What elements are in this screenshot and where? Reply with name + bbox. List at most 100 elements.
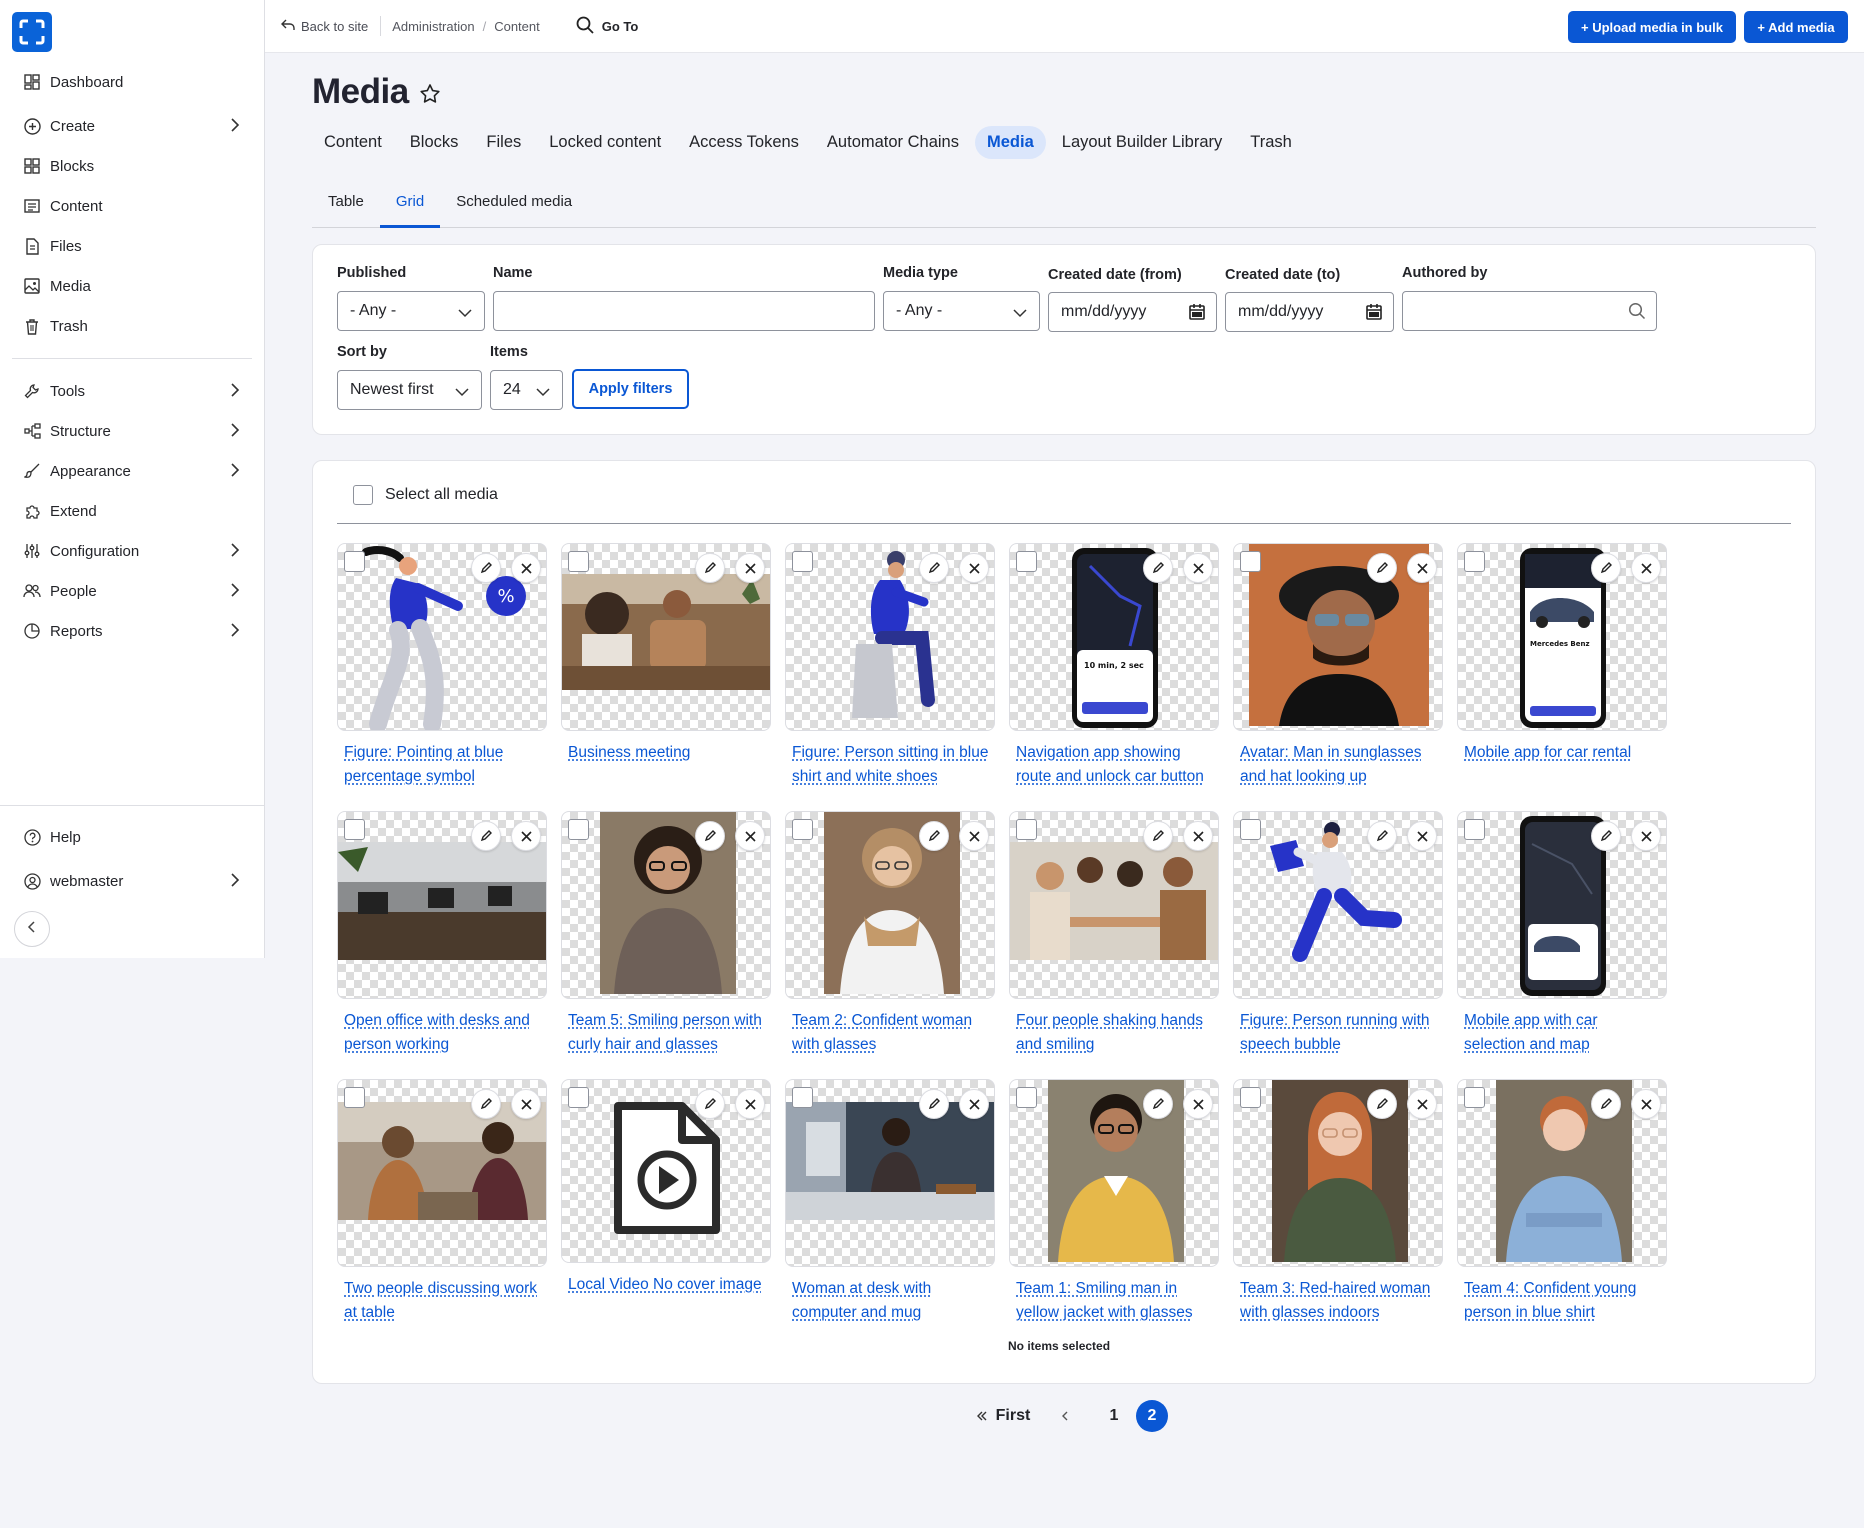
edit-icon[interactable]: [695, 1089, 725, 1119]
upload-media-bulk-button[interactable]: + Upload media in bulk: [1568, 11, 1736, 43]
star-icon[interactable]: [419, 74, 441, 114]
remove-icon[interactable]: [735, 821, 765, 851]
media-select-checkbox[interactable]: [1016, 819, 1037, 840]
media-title-link[interactable]: Two people discussing work at table: [337, 1277, 547, 1325]
items-per-page-select[interactable]: 24: [490, 370, 563, 410]
edit-icon[interactable]: [919, 553, 949, 583]
media-thumbnail[interactable]: [1233, 543, 1443, 731]
sidebar-item-configuration[interactable]: Configuration: [12, 533, 252, 569]
media-thumbnail[interactable]: [785, 811, 995, 999]
tab-access-tokens[interactable]: Access Tokens: [677, 126, 811, 159]
select-all-media[interactable]: Select all media: [353, 485, 498, 505]
media-title-link[interactable]: Woman at desk with computer and mug: [785, 1277, 995, 1325]
sidebar-item-tools[interactable]: Tools: [12, 373, 252, 409]
sidebar-item-extend[interactable]: Extend: [12, 493, 252, 529]
media-thumbnail[interactable]: [1233, 1079, 1443, 1267]
edit-icon[interactable]: [1591, 553, 1621, 583]
media-thumbnail[interactable]: [1457, 1079, 1667, 1267]
edit-icon[interactable]: [919, 821, 949, 851]
media-select-checkbox[interactable]: [344, 1087, 365, 1108]
breadcrumb-administration[interactable]: Administration: [392, 19, 474, 34]
sidebar-item-user[interactable]: webmaster: [12, 863, 252, 899]
media-select-checkbox[interactable]: [568, 551, 589, 572]
sidebar-item-create[interactable]: Create: [12, 108, 252, 144]
sidebar-item-content[interactable]: Content: [12, 188, 252, 224]
back-to-site-link[interactable]: Back to site: [281, 16, 382, 36]
remove-icon[interactable]: [1407, 553, 1437, 583]
remove-icon[interactable]: [735, 553, 765, 583]
media-title-link[interactable]: Team 2: Confident woman with glasses: [785, 1009, 995, 1057]
calendar-icon[interactable]: [1188, 303, 1206, 326]
media-thumbnail[interactable]: 10 min, 2 sec: [1009, 543, 1219, 731]
media-thumbnail[interactable]: [337, 1079, 547, 1267]
media-thumbnail[interactable]: Mercedes Benz: [1457, 543, 1667, 731]
go-to-button[interactable]: Go To: [576, 16, 638, 37]
tab-trash[interactable]: Trash: [1238, 126, 1304, 159]
media-select-checkbox[interactable]: [792, 819, 813, 840]
remove-icon[interactable]: [1183, 1089, 1213, 1119]
media-select-checkbox[interactable]: [568, 819, 589, 840]
edit-icon[interactable]: [1367, 821, 1397, 851]
media-select-checkbox[interactable]: [1240, 819, 1261, 840]
edit-icon[interactable]: [695, 553, 725, 583]
remove-icon[interactable]: [1407, 821, 1437, 851]
name-input[interactable]: [493, 291, 875, 331]
sidebar-item-files[interactable]: Files: [12, 228, 252, 264]
media-thumbnail[interactable]: [561, 1079, 771, 1263]
sidebar-item-reports[interactable]: Reports: [12, 613, 252, 649]
edit-icon[interactable]: [919, 1089, 949, 1119]
apply-filters-button[interactable]: Apply filters: [572, 369, 689, 409]
authored-by-input[interactable]: [1402, 291, 1657, 331]
remove-icon[interactable]: [511, 821, 541, 851]
media-select-checkbox[interactable]: [344, 551, 365, 572]
tab-content[interactable]: Content: [312, 126, 394, 159]
sidebar-item-structure[interactable]: Structure: [12, 413, 252, 449]
media-title-link[interactable]: Four people shaking hands and smiling: [1009, 1009, 1219, 1057]
remove-icon[interactable]: [1631, 1089, 1661, 1119]
tab-layout-builder-library[interactable]: Layout Builder Library: [1050, 126, 1235, 159]
media-select-checkbox[interactable]: [344, 819, 365, 840]
select-all-checkbox[interactable]: [353, 485, 373, 505]
remove-icon[interactable]: [511, 553, 541, 583]
sidebar-item-blocks[interactable]: Blocks: [12, 148, 252, 184]
tab-blocks[interactable]: Blocks: [398, 126, 471, 159]
media-title-link[interactable]: Business meeting: [561, 741, 771, 765]
media-thumbnail[interactable]: %: [337, 543, 547, 731]
media-title-link[interactable]: Team 1: Smiling man in yellow jacket wit…: [1009, 1277, 1219, 1325]
media-select-checkbox[interactable]: [792, 551, 813, 572]
sidebar-item-trash[interactable]: Trash: [12, 308, 252, 344]
media-thumbnail[interactable]: [1233, 811, 1443, 999]
remove-icon[interactable]: [959, 1089, 989, 1119]
edit-icon[interactable]: [695, 821, 725, 851]
tab-automator-chains[interactable]: Automator Chains: [815, 126, 971, 159]
sidebar-item-appearance[interactable]: Appearance: [12, 453, 252, 489]
tab-scheduled-media[interactable]: Scheduled media: [440, 189, 588, 227]
remove-icon[interactable]: [511, 1089, 541, 1119]
media-title-link[interactable]: Open office with desks and person workin…: [337, 1009, 547, 1057]
tab-files[interactable]: Files: [474, 126, 533, 159]
sidebar-item-help[interactable]: Help: [12, 819, 252, 855]
media-title-link[interactable]: Local Video No cover image: [561, 1273, 771, 1297]
media-title-link[interactable]: Figure: Pointing at blue percentage symb…: [337, 741, 547, 789]
edit-icon[interactable]: [1367, 553, 1397, 583]
media-title-link[interactable]: Figure: Person sitting in blue shirt and…: [785, 741, 995, 789]
media-select-checkbox[interactable]: [568, 1087, 589, 1108]
pager-first-link[interactable]: First: [972, 1400, 1034, 1432]
media-title-link[interactable]: Mobile app with car selection and map: [1457, 1009, 1667, 1057]
edit-icon[interactable]: [471, 553, 501, 583]
sidebar-item-dashboard[interactable]: Dashboard: [12, 64, 252, 100]
media-thumbnail[interactable]: [337, 811, 547, 999]
media-title-link[interactable]: Navigation app showing route and unlock …: [1009, 741, 1219, 789]
add-media-button[interactable]: + Add media: [1744, 11, 1848, 43]
media-select-checkbox[interactable]: [792, 1087, 813, 1108]
media-thumbnail[interactable]: [785, 1079, 995, 1267]
media-thumbnail[interactable]: [1009, 811, 1219, 999]
tab-grid[interactable]: Grid: [379, 189, 441, 228]
media-select-checkbox[interactable]: [1240, 1087, 1261, 1108]
media-thumbnail[interactable]: [561, 811, 771, 999]
media-title-link[interactable]: Figure: Person running with speech bubbl…: [1233, 1009, 1443, 1057]
media-select-checkbox[interactable]: [1016, 1087, 1037, 1108]
edit-icon[interactable]: [1143, 553, 1173, 583]
edit-icon[interactable]: [471, 1089, 501, 1119]
media-title-link[interactable]: Mobile app for car rental: [1457, 741, 1667, 765]
